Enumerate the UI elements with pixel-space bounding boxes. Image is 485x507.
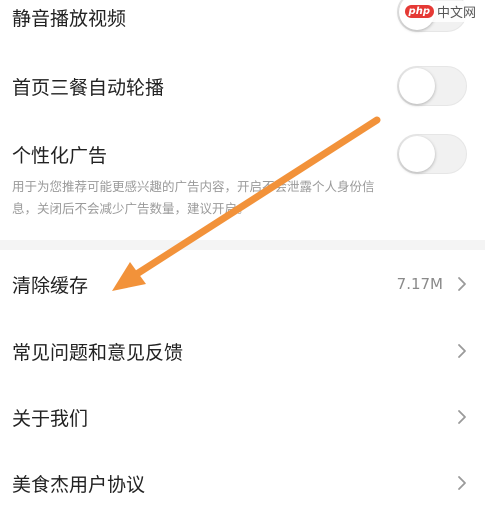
menu-item-agreement[interactable]: 美食杰用户协议 (0, 461, 485, 505)
settings-row-personalized-ads: 个性化广告 (0, 132, 485, 176)
autoplay-toggle[interactable] (397, 66, 467, 106)
watermark-badge: php (404, 5, 434, 18)
settings-page: 静音播放视频 首页三餐自动轮播 个性化广告 用于为您推荐可能更感兴趣的广告内容，… (0, 0, 485, 507)
menu-item-clear-cache[interactable]: 清除缓存 7.17M (0, 262, 485, 306)
chevron-right-icon (458, 410, 466, 424)
clear-cache-label: 清除缓存 (12, 274, 89, 297)
personalized-ads-toggle[interactable] (397, 134, 467, 174)
watermark-text: 中文网 (436, 6, 476, 21)
faq-label: 常见问题和意见反馈 (12, 341, 184, 364)
toggle-knob (399, 136, 435, 172)
about-label: 关于我们 (12, 407, 89, 430)
menu-item-about[interactable]: 关于我们 (0, 395, 485, 439)
toggle-knob (399, 68, 435, 104)
personalized-ads-description: 用于为您推荐可能更感兴趣的广告内容，开启不会泄露个人身份信息，关闭后不会减少广告… (12, 179, 375, 216)
menu-item-faq[interactable]: 常见问题和意见反馈 (0, 329, 485, 373)
chevron-right-icon (458, 476, 466, 490)
chevron-right-icon (458, 344, 466, 358)
cache-size-value: 7.17M (396, 275, 443, 293)
section-divider (0, 240, 485, 250)
chevron-right-icon (458, 277, 466, 291)
agreement-label: 美食杰用户协议 (12, 473, 146, 496)
watermark: php 中文网 (401, 1, 479, 22)
settings-row-autoplay: 首页三餐自动轮播 (0, 64, 485, 108)
